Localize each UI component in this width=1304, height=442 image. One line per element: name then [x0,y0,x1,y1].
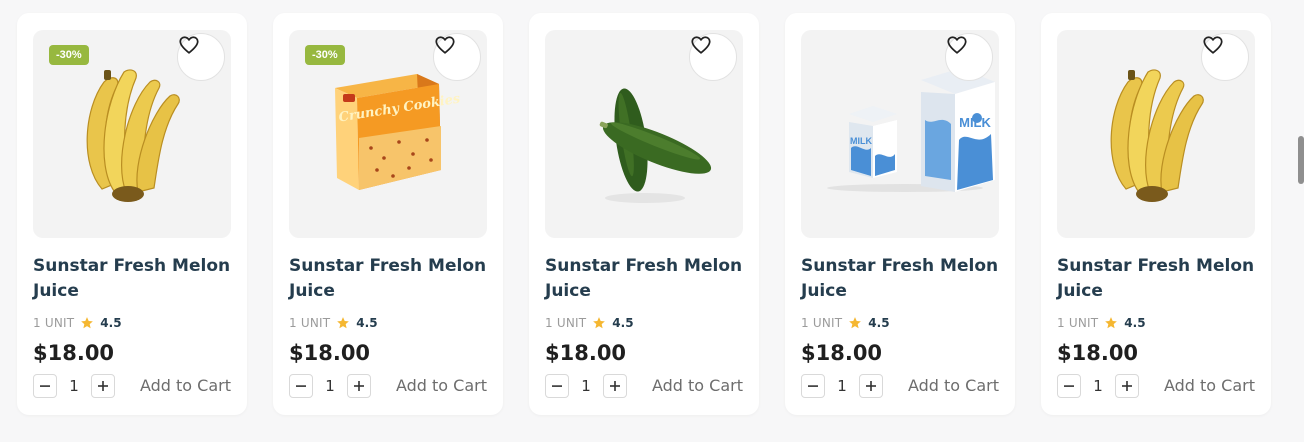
discount-badge: -30% [49,45,89,65]
product-card: Sunstar Fresh Melon Juice 1 UNIT 4.5 $18… [529,13,759,415]
plus-icon [1122,381,1132,391]
wishlist-button[interactable] [433,33,481,81]
unit-label: 1 UNIT [801,316,843,330]
product-title[interactable]: Sunstar Fresh Melon Juice [289,254,489,304]
minus-icon [1064,385,1074,387]
heart-icon [179,36,199,54]
product-image[interactable]: Crunchy Cookies -30% [289,30,487,238]
rating-value: 4.5 [1124,316,1146,330]
quantity-input[interactable]: 1 [569,377,603,395]
add-to-cart-button[interactable]: Add to Cart [652,373,743,399]
add-to-cart-button[interactable]: Add to Cart [140,373,231,399]
discount-badge: -30% [305,45,345,65]
increase-quantity-button[interactable] [91,374,115,398]
product-card: MILK MILK Sunstar Fresh Melon Juice 1 UN… [785,13,1015,415]
star-icon [1105,317,1118,329]
wishlist-button[interactable] [177,33,225,81]
quantity-stepper: 1 [1057,373,1139,399]
star-icon [337,317,350,329]
product-title[interactable]: Sunstar Fresh Melon Juice [545,254,745,304]
decrease-quantity-button[interactable] [1057,374,1081,398]
quantity-input[interactable]: 1 [1081,377,1115,395]
milk-carton-text: MILK [959,115,991,130]
product-meta: 1 UNIT 4.5 [545,315,634,331]
add-to-cart-button[interactable]: Add to Cart [908,373,999,399]
star-icon [593,317,606,329]
rating-value: 4.5 [356,316,378,330]
quantity-stepper: 1 [545,373,627,399]
product-image[interactable]: MILK MILK [801,30,999,238]
quantity-input[interactable]: 1 [57,377,91,395]
heart-icon [435,36,455,54]
product-image[interactable] [1057,30,1255,238]
increase-quantity-button[interactable] [603,374,627,398]
product-price: $18.00 [545,341,627,365]
decrease-quantity-button[interactable] [801,374,825,398]
decrease-quantity-button[interactable] [545,374,569,398]
product-price: $18.00 [289,341,371,365]
quantity-stepper: 1 [801,373,883,399]
product-image[interactable] [545,30,743,238]
plus-icon [354,381,364,391]
product-price: $18.00 [33,341,115,365]
product-card: Sunstar Fresh Melon Juice 1 UNIT 4.5 $18… [1041,13,1271,415]
add-to-cart-button[interactable]: Add to Cart [1164,373,1255,399]
minus-icon [808,385,818,387]
product-card: -30% Sunstar Fresh Melon Juice 1 UNIT 4.… [17,13,247,415]
plus-icon [866,381,876,391]
unit-label: 1 UNIT [1057,316,1099,330]
decrease-quantity-button[interactable] [289,374,313,398]
product-carousel: -30% Sunstar Fresh Melon Juice 1 UNIT 4.… [0,0,1304,442]
product-meta: 1 UNIT 4.5 [33,315,122,331]
star-icon [849,317,862,329]
rating-value: 4.5 [612,316,634,330]
minus-icon [40,385,50,387]
increase-quantity-button[interactable] [347,374,371,398]
minus-icon [296,385,306,387]
milk-carton-small-text: MILK [850,136,872,146]
heart-icon [947,36,967,54]
wishlist-button[interactable] [1201,33,1249,81]
rating-value: 4.5 [100,316,122,330]
star-icon [81,317,94,329]
page-scrollbar[interactable] [1298,136,1304,184]
quantity-stepper: 1 [33,373,115,399]
quantity-input[interactable]: 1 [313,377,347,395]
plus-icon [610,381,620,391]
product-card: Crunchy Cookies -30% Sunstar Fresh Melon… [273,13,503,415]
plus-icon [98,381,108,391]
quantity-input[interactable]: 1 [825,377,859,395]
quantity-stepper: 1 [289,373,371,399]
product-price: $18.00 [801,341,883,365]
unit-label: 1 UNIT [545,316,587,330]
product-meta: 1 UNIT 4.5 [1057,315,1146,331]
product-price: $18.00 [1057,341,1139,365]
increase-quantity-button[interactable] [1115,374,1139,398]
product-title[interactable]: Sunstar Fresh Melon Juice [1057,254,1257,304]
rating-value: 4.5 [868,316,890,330]
product-title[interactable]: Sunstar Fresh Melon Juice [33,254,233,304]
decrease-quantity-button[interactable] [33,374,57,398]
minus-icon [552,385,562,387]
unit-label: 1 UNIT [289,316,331,330]
unit-label: 1 UNIT [33,316,75,330]
heart-icon [691,36,711,54]
product-meta: 1 UNIT 4.5 [801,315,890,331]
product-image[interactable]: -30% [33,30,231,238]
increase-quantity-button[interactable] [859,374,883,398]
product-title[interactable]: Sunstar Fresh Melon Juice [801,254,1001,304]
product-meta: 1 UNIT 4.5 [289,315,378,331]
wishlist-button[interactable] [945,33,993,81]
wishlist-button[interactable] [689,33,737,81]
add-to-cart-button[interactable]: Add to Cart [396,373,487,399]
heart-icon [1203,36,1223,54]
